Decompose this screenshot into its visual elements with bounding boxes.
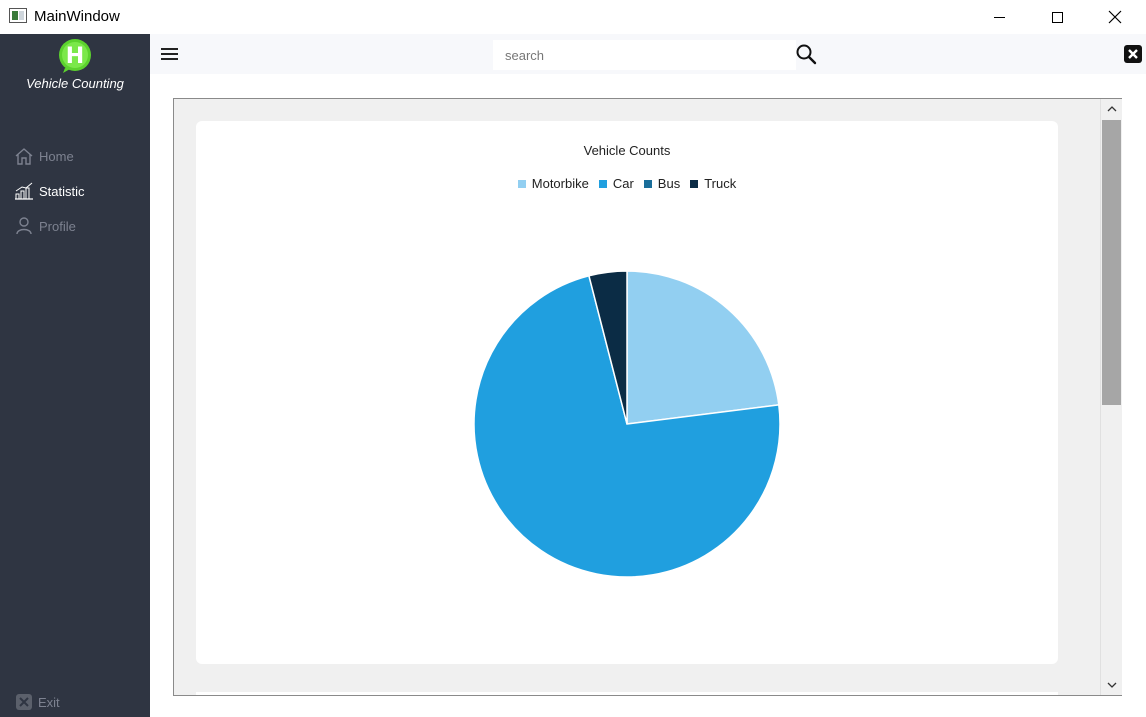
close-window-button[interactable] [1086,0,1144,34]
maximize-icon [1051,11,1063,23]
sidebar-item-profile[interactable]: Profile [14,214,144,238]
pie-chart [473,270,781,578]
bar-chart-icon [15,182,33,200]
sidebar-item-statistic[interactable]: Statistic [14,179,144,203]
top-bar [150,34,1146,74]
search-input[interactable] [493,40,796,70]
exit-button[interactable]: Exit [16,690,60,714]
sidebar-item-label: Statistic [39,183,85,199]
window-titlebar: MainWindow [0,0,1146,34]
sidebar-item-home[interactable]: Home [14,144,144,168]
close-icon [1108,10,1122,24]
scroll-down-button[interactable] [1101,675,1123,695]
logo-letter: H [66,44,84,69]
app-logo: H [59,39,91,73]
app-window-icon [9,8,27,23]
minimize-icon [993,16,1005,18]
scroll-thumb[interactable] [1102,120,1121,405]
exit-icon [16,694,32,710]
maximize-button[interactable] [1028,0,1086,34]
scroll-up-button[interactable] [1101,99,1123,119]
vertical-scrollbar[interactable] [1100,99,1122,695]
home-icon [15,148,33,165]
close-box-icon[interactable] [1124,45,1142,63]
hamburger-icon[interactable] [161,48,178,60]
content-scroll-area: Vehicle Counts Motorbike Car Bus Truck [173,98,1122,696]
window-title: MainWindow [34,8,120,25]
sidebar-item-label: Home [39,148,74,164]
chevron-up-icon [1107,106,1117,112]
chart-card: Vehicle Counts Motorbike Car Bus Truck [196,121,1058,664]
app-name: Vehicle Counting [26,76,124,91]
user-icon [16,217,32,235]
minimize-button[interactable] [970,0,1028,34]
next-card-edge [196,692,1058,695]
sidebar-item-label: Profile [39,218,76,234]
sidebar: H Vehicle Counting Home Statistic Profil… [0,34,150,717]
exit-label: Exit [38,694,60,710]
pie-slice-motorbike [626,270,780,425]
search-icon[interactable] [795,43,817,65]
chevron-down-icon [1107,682,1117,688]
